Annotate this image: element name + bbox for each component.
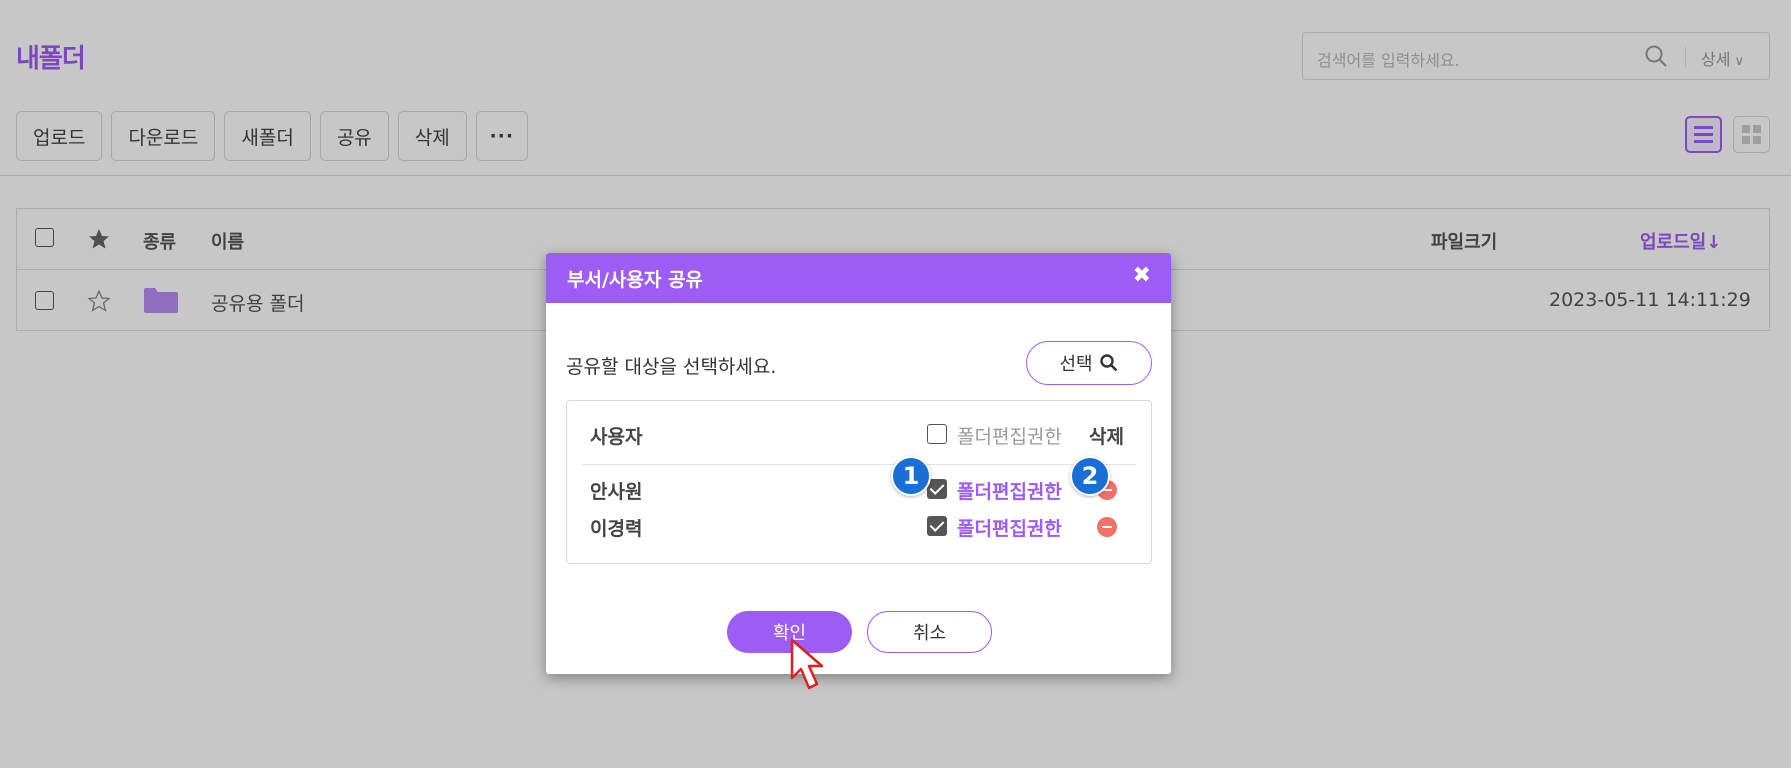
- perm-all-checkbox[interactable]: [927, 424, 947, 444]
- share-target-table: 사용자 폴더편집권한 삭제 안사원 폴더편집권한 이경력 폴더편집권한: [566, 400, 1152, 564]
- delete-header: 삭제: [1089, 426, 1124, 448]
- user-header: 사용자: [590, 426, 643, 448]
- user-name: 이경력: [590, 518, 643, 540]
- share-table-divider: [582, 464, 1136, 465]
- dialog-title: 부서/사용자 공유: [567, 269, 703, 291]
- perm-checkbox[interactable]: [927, 516, 947, 536]
- select-target-button[interactable]: 선택: [1026, 341, 1152, 385]
- select-label: 선택: [1059, 354, 1093, 375]
- dialog-header: 부서/사용자 공유 ✖: [546, 253, 1171, 303]
- perm-label: 폴더편집권한: [957, 481, 1062, 503]
- search-icon: [1099, 354, 1117, 372]
- share-table-header: 사용자 폴더편집권한 삭제: [567, 401, 1151, 465]
- annotation-badge-2: 2: [1070, 456, 1110, 496]
- annotation-badge-1: 1: [891, 456, 931, 496]
- mouse-cursor-icon: [790, 638, 824, 690]
- user-name: 안사원: [590, 481, 643, 503]
- close-icon[interactable]: ✖: [1133, 263, 1151, 288]
- remove-user-icon[interactable]: [1097, 517, 1117, 537]
- cancel-button[interactable]: 취소: [867, 611, 992, 653]
- perm-header: 폴더편집권한: [957, 426, 1062, 448]
- perm-label: 폴더편집권한: [957, 518, 1062, 540]
- dialog-prompt: 공유할 대상을 선택하세요.: [566, 356, 777, 378]
